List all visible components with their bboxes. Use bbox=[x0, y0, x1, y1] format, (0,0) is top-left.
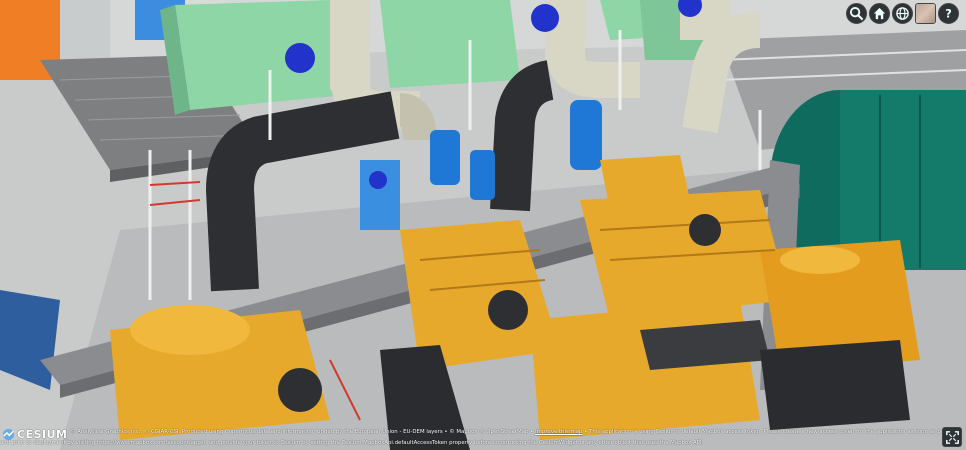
help-question-icon[interactable]: ? bbox=[938, 3, 959, 24]
geocoder-search-icon[interactable] bbox=[846, 3, 867, 24]
svg-text:?: ? bbox=[945, 8, 952, 21]
viewer-toolbar: ? bbox=[846, 3, 959, 24]
improve-map-link[interactable]: Improve this map bbox=[535, 429, 582, 435]
cesium-viewer[interactable]: ? CESIUM © Analytical Graphics Inc., © C… bbox=[0, 0, 966, 450]
fullscreen-button[interactable] bbox=[942, 427, 962, 447]
base-layer-picker-thumbnail[interactable] bbox=[915, 3, 936, 24]
credit-container: CESIUM © Analytical Graphics Inc., © CGI… bbox=[0, 420, 966, 450]
credit-attribution: © Analytical Graphics Inc., © CGIAR-CSI,… bbox=[70, 429, 534, 435]
credit-text-line1: © Analytical Graphics Inc., © CGIAR-CSI,… bbox=[70, 428, 941, 436]
3d-scene-canvas[interactable] bbox=[0, 0, 966, 450]
credit-token-warning: • This application is using Cesium's def… bbox=[584, 429, 941, 435]
fullscreen-expand-icon bbox=[945, 430, 959, 444]
home-icon[interactable] bbox=[869, 3, 890, 24]
scene-mode-globe-icon[interactable] bbox=[892, 3, 913, 24]
credit-text-line2: and prior to deployment by visiting http… bbox=[0, 440, 704, 446]
cesium-logo-text: CESIUM bbox=[17, 427, 68, 441]
